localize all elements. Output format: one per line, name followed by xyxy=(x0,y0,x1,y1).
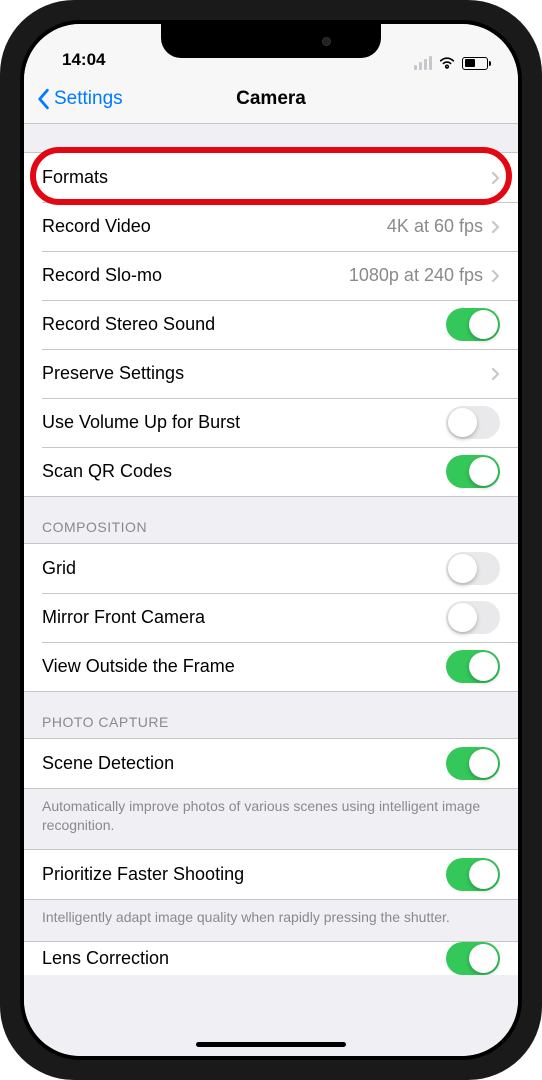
row-mirror-front: Mirror Front Camera xyxy=(24,593,518,642)
volume-burst-toggle[interactable] xyxy=(446,406,500,439)
camera-dot xyxy=(322,37,331,46)
mirror-front-toggle[interactable] xyxy=(446,601,500,634)
stereo-sound-toggle[interactable] xyxy=(446,308,500,341)
row-label: Formats xyxy=(42,167,491,188)
scan-qr-toggle[interactable] xyxy=(446,455,500,488)
section-header-composition: COMPOSITION xyxy=(24,497,518,543)
row-label: Record Stereo Sound xyxy=(42,314,446,335)
row-value: 4K at 60 fps xyxy=(387,216,483,237)
row-label: Use Volume Up for Burst xyxy=(42,412,446,433)
row-formats[interactable]: Formats xyxy=(24,153,518,202)
lens-correction-toggle[interactable] xyxy=(446,942,500,975)
grid-toggle[interactable] xyxy=(446,552,500,585)
row-label: View Outside the Frame xyxy=(42,656,446,677)
photo-section-2: Prioritize Faster Shooting xyxy=(24,849,518,900)
faster-shooting-toggle[interactable] xyxy=(446,858,500,891)
row-scene-detection: Scene Detection xyxy=(24,739,518,788)
back-label: Settings xyxy=(54,88,123,110)
row-label: Prioritize Faster Shooting xyxy=(42,864,446,885)
composition-section: Grid Mirror Front Camera View Outside th… xyxy=(24,543,518,692)
back-button[interactable]: Settings xyxy=(36,88,123,110)
photo-section-1: Scene Detection xyxy=(24,738,518,789)
phone-frame: 14:04 Settings Camera Formats xyxy=(0,0,542,1080)
battery-icon xyxy=(462,57,488,70)
row-volume-burst: Use Volume Up for Burst xyxy=(24,398,518,447)
row-label: Grid xyxy=(42,558,446,579)
row-lens-correction: Lens Correction xyxy=(24,942,518,975)
scene-detection-toggle[interactable] xyxy=(446,747,500,780)
chevron-right-icon xyxy=(491,367,500,381)
status-time: 14:04 xyxy=(62,50,105,70)
row-label: Lens Correction xyxy=(42,948,446,969)
row-label: Preserve Settings xyxy=(42,363,491,384)
main-section: Formats Record Video 4K at 60 fps Record… xyxy=(24,152,518,497)
row-stereo-sound: Record Stereo Sound xyxy=(24,300,518,349)
row-view-outside: View Outside the Frame xyxy=(24,642,518,691)
chevron-left-icon xyxy=(36,88,50,110)
row-scan-qr: Scan QR Codes xyxy=(24,447,518,496)
settings-content[interactable]: Formats Record Video 4K at 60 fps Record… xyxy=(24,124,518,1056)
row-record-slomo[interactable]: Record Slo-mo 1080p at 240 fps xyxy=(24,251,518,300)
volume-down-button xyxy=(0,300,3,370)
view-outside-toggle[interactable] xyxy=(446,650,500,683)
row-grid: Grid xyxy=(24,544,518,593)
section-header-photo: PHOTO CAPTURE xyxy=(24,692,518,738)
row-faster-shooting: Prioritize Faster Shooting xyxy=(24,850,518,899)
row-record-video[interactable]: Record Video 4K at 60 fps xyxy=(24,202,518,251)
row-value: 1080p at 240 fps xyxy=(349,265,483,286)
chevron-right-icon xyxy=(491,171,500,185)
row-label: Mirror Front Camera xyxy=(42,607,446,628)
mute-switch xyxy=(0,150,3,188)
chevron-right-icon xyxy=(491,220,500,234)
photo-section-3: Lens Correction xyxy=(24,941,518,975)
volume-up-button xyxy=(0,215,3,285)
scene-detection-footer: Automatically improve photos of various … xyxy=(24,789,518,835)
faster-shooting-footer: Intelligently adapt image quality when r… xyxy=(24,900,518,927)
row-label: Record Video xyxy=(42,216,387,237)
row-label: Scan QR Codes xyxy=(42,461,446,482)
nav-bar: Settings Camera xyxy=(24,74,518,124)
row-label: Scene Detection xyxy=(42,753,446,774)
notch xyxy=(161,24,381,58)
home-indicator[interactable] xyxy=(196,1042,346,1047)
chevron-right-icon xyxy=(491,269,500,283)
wifi-icon xyxy=(438,56,456,70)
row-label: Record Slo-mo xyxy=(42,265,349,286)
row-preserve-settings[interactable]: Preserve Settings xyxy=(24,349,518,398)
cellular-icon xyxy=(414,56,432,70)
